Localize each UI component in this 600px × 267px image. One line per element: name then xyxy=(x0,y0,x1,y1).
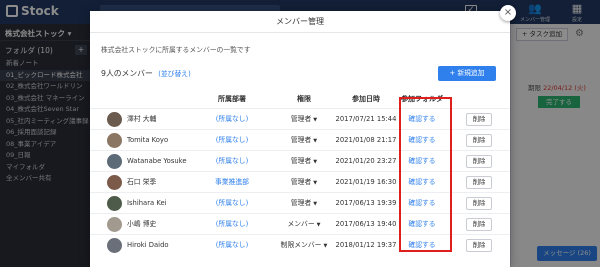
chevron-down-icon: ▼ xyxy=(313,159,318,165)
join-date: 2018/01/12 19:37 xyxy=(335,241,397,249)
member-name: Hiroki Daido xyxy=(127,241,169,249)
role-value: 管理者 xyxy=(290,157,312,165)
chevron-down-icon: ▼ xyxy=(316,222,321,228)
member-dept-link[interactable]: (所属なし) xyxy=(197,214,267,235)
chevron-down-icon: ▼ xyxy=(313,201,318,207)
join-date: 2021/01/20 23:27 xyxy=(335,157,397,165)
role-value: 管理者 xyxy=(290,136,312,144)
member-name: Watanabe Yosuke xyxy=(127,157,187,165)
highlight-box xyxy=(399,97,452,252)
join-date: 2017/07/21 15:44 xyxy=(335,115,397,123)
member-dept-link[interactable]: 事業推進部 xyxy=(197,172,267,193)
member-name: Ishihara Kei xyxy=(127,199,167,207)
member-dept-link[interactable]: (所属なし) xyxy=(197,193,267,214)
member-dept-link[interactable]: (所属なし) xyxy=(197,235,267,256)
join-date: 2021/01/19 16:30 xyxy=(335,178,397,186)
member-name: 石口 栄季 xyxy=(127,178,157,186)
avatar xyxy=(107,238,122,253)
chevron-down-icon: ▼ xyxy=(313,117,318,123)
delete-button[interactable]: 削除 xyxy=(466,176,492,189)
member-name: 澤村 大輔 xyxy=(127,115,157,123)
delete-button[interactable]: 削除 xyxy=(466,155,492,168)
close-icon[interactable]: × xyxy=(500,5,516,21)
role-value: 管理者 xyxy=(290,178,312,186)
member-name: Tomita Koyo xyxy=(127,136,169,144)
role-value: 管理者 xyxy=(290,115,312,123)
column-header-dept: 所属部署 xyxy=(218,95,246,103)
sort-link[interactable]: (並び替え) xyxy=(158,70,191,78)
avatar xyxy=(107,175,122,190)
add-member-button[interactable]: + 新規追加 xyxy=(438,66,496,81)
chevron-down-icon: ▼ xyxy=(313,138,318,144)
delete-button[interactable]: 削除 xyxy=(466,239,492,252)
member-dept-link[interactable]: (所属なし) xyxy=(197,151,267,172)
member-count: 9人のメンバー (並び替え) xyxy=(101,68,191,79)
role-value: 制限メンバー xyxy=(280,241,322,249)
chevron-down-icon: ▼ xyxy=(323,243,328,249)
member-name: 小嶋 博史 xyxy=(127,220,157,228)
avatar xyxy=(107,154,122,169)
modal-title: メンバー管理 xyxy=(90,11,510,33)
delete-button[interactable]: 削除 xyxy=(466,218,492,231)
join-date: 2017/06/13 19:40 xyxy=(335,220,397,228)
avatar xyxy=(107,217,122,232)
delete-button[interactable]: 削除 xyxy=(466,197,492,210)
role-value: 管理者 xyxy=(290,199,312,207)
chevron-down-icon: ▼ xyxy=(313,180,318,186)
column-header-date: 参加日時 xyxy=(352,95,380,103)
delete-button[interactable]: 削除 xyxy=(466,134,492,147)
delete-button[interactable]: 削除 xyxy=(466,113,492,126)
avatar xyxy=(107,196,122,211)
modal-description: 株式会社ストックに所属するメンバーの一覧です xyxy=(101,46,251,54)
avatar xyxy=(107,112,122,127)
join-date: 2017/06/13 19:39 xyxy=(335,199,397,207)
member-dept-link[interactable]: (所属なし) xyxy=(197,130,267,151)
avatar xyxy=(107,133,122,148)
member-dept-link[interactable]: (所属なし) xyxy=(197,109,267,130)
member-count-label: 9人のメンバー xyxy=(101,69,153,78)
role-value: メンバー xyxy=(287,220,315,228)
join-date: 2021/01/08 21:17 xyxy=(335,136,397,144)
